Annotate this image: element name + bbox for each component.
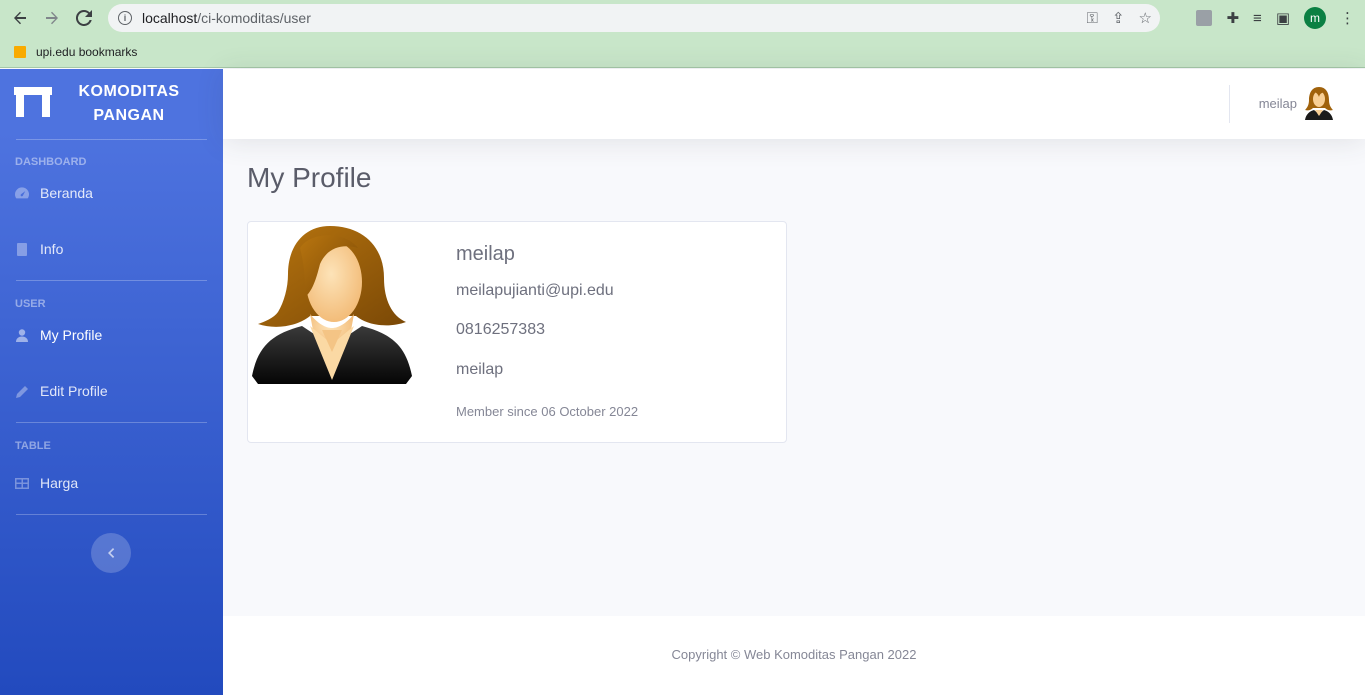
menu-dots-icon[interactable]: ⋮ [1340,9,1355,27]
url-host: localhost [142,10,198,26]
arrow-left-icon [14,11,26,25]
brand-line-1: KOMODITAS [78,83,180,100]
share-icon[interactable]: ⇪ [1112,9,1125,27]
url-path: /ci-komoditas/user [197,10,311,26]
file-icon [15,242,29,256]
sidebar-heading-table: TABLE [15,440,51,452]
extension-icon[interactable] [1196,10,1213,26]
pencil-icon [15,384,29,398]
sidebar-item-info[interactable]: Info [0,218,223,280]
gate-logo-icon [14,87,52,121]
sidebar-toggle-button[interactable] [91,533,131,573]
side-panel-icon[interactable]: ▣ [1276,9,1290,27]
user-icon [15,328,29,342]
profile-email: meilapujianti@upi.edu [456,282,614,299]
sidebar-item-my-profile[interactable]: My Profile [0,310,223,360]
puzzle-icon[interactable]: ✚ [1226,9,1239,27]
profile-photo [252,226,412,384]
forward-button[interactable] [36,0,68,36]
profile-member-since: Member since 06 October 2022 [456,404,639,419]
extensions-area: ✚ ≡ ▣ m ⋮ [1196,0,1355,36]
profile-avatar-button[interactable]: m [1304,7,1326,29]
sidebar-heading-dashboard: DASHBOARD [15,156,87,168]
sidebar-item-label: Info [40,241,64,257]
media-queue-icon[interactable]: ≡ [1253,10,1262,27]
arrow-right-icon [46,11,58,25]
sidebar-item-label: My Profile [40,327,103,343]
page-title: My Profile [247,162,372,193]
site-info-icon[interactable]: i [118,11,132,25]
browser-toolbar: i localhost/ci-komoditas/user ⚿ ⇪ ☆ ✚ ≡ … [0,0,1365,36]
user-avatar[interactable] [1303,86,1335,120]
bookmarks-bar: upi.edu bookmarks [0,36,1365,68]
sidebar-item-label: Harga [40,475,79,491]
profile-username: meilap [456,361,504,378]
sidebar-item-label: Beranda [40,185,93,201]
footer-copyright: Copyright © Web Komoditas Pangan 2022 [671,647,917,662]
sidebar-item-harga[interactable]: Harga [0,452,223,514]
key-icon[interactable]: ⚿ [1087,10,1098,27]
profile-name: meilap [456,243,515,265]
topbar: meilap [223,69,1365,139]
sidebar-divider [16,514,207,515]
bookmark-star-icon[interactable]: ☆ [1139,9,1152,27]
folder-icon [14,45,26,58]
sidebar-item-label: Edit Profile [40,383,108,399]
sidebar-heading-user: USER [15,298,46,310]
sidebar-item-beranda[interactable]: Beranda [0,168,223,218]
url-text[interactable]: localhost/ci-komoditas/user [142,10,311,26]
tachometer-icon [15,186,29,200]
profile-phone: 0816257383 [456,321,545,338]
back-button[interactable] [4,0,36,36]
sidebar-item-edit-profile[interactable]: Edit Profile [0,360,223,422]
sidebar-brand[interactable]: KOMODITAS PANGAN [0,69,223,139]
table-icon [15,476,29,490]
chevron-left-icon [108,548,115,558]
reload-button[interactable] [68,0,100,36]
bookmark-folder-upi[interactable]: upi.edu bookmarks [36,45,137,59]
address-bar[interactable]: i localhost/ci-komoditas/user ⚿ ⇪ ☆ [108,4,1160,32]
footer: Copyright © Web Komoditas Pangan 2022 [223,616,1365,695]
brand-line-2: PANGAN [93,107,165,124]
sidebar: KOMODITAS PANGAN DASHBOARD Beranda Info … [0,69,223,695]
topbar-divider [1229,85,1230,123]
topbar-username[interactable]: meilap [1259,96,1297,111]
omnibox-actions: ⚿ ⇪ ☆ [1087,4,1152,32]
reload-icon [76,10,92,26]
profile-card: meilap meilapujianti@upi.edu 0816257383 … [247,221,787,443]
brand-text: KOMODITAS PANGAN [64,80,194,128]
